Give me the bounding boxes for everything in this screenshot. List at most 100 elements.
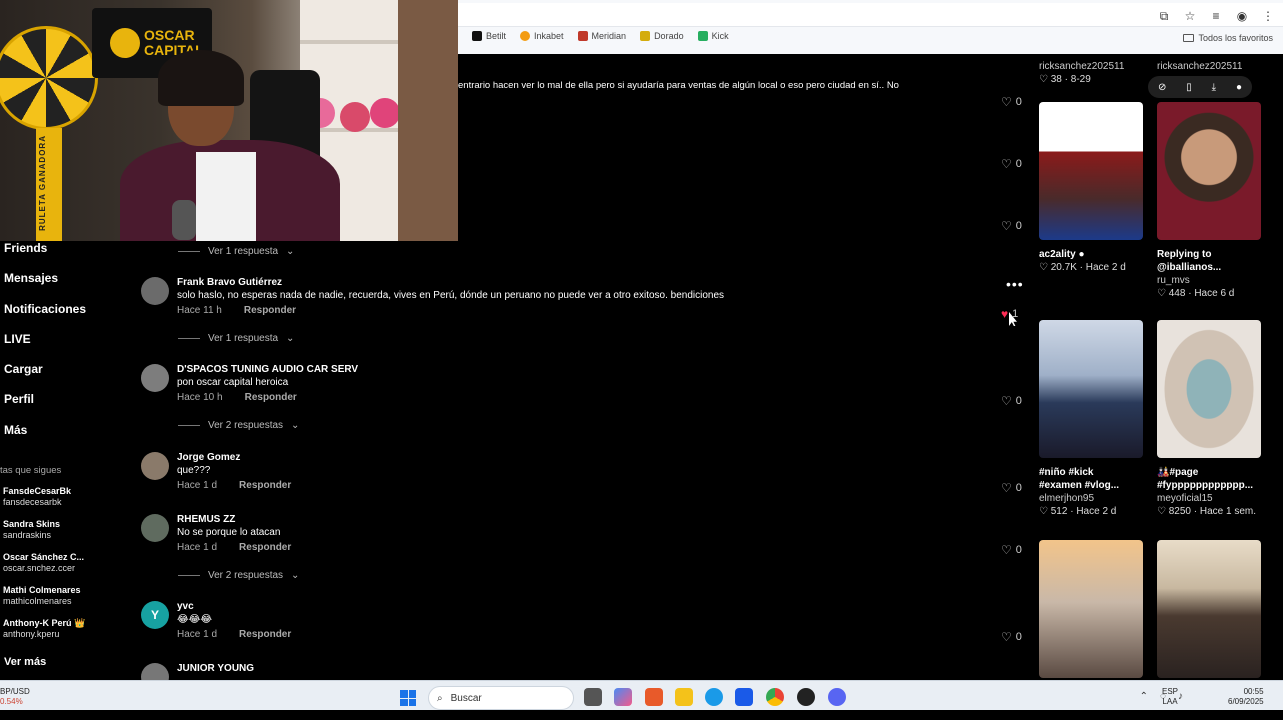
nav-friends[interactable]: Friends — [4, 241, 47, 255]
comment-text: que??? — [177, 465, 211, 476]
heart-icon: ♡ — [1039, 74, 1051, 85]
all-favorites-button[interactable]: Todos los favoritos — [1183, 33, 1273, 43]
nav-more[interactable]: Más — [4, 423, 27, 437]
like-button[interactable]: ♡ 0 — [1001, 481, 1022, 495]
avatar[interactable]: Y — [141, 601, 169, 629]
phone-icon[interactable]: ▯ — [1186, 82, 1192, 93]
bookmark-meridian[interactable]: Meridian — [577, 31, 626, 41]
task-view-icon[interactable] — [584, 688, 602, 706]
download-icon[interactable]: ⤓ — [1212, 82, 1216, 93]
video-meta[interactable]: ricksanchez202511 ♡ 38 · 8-29 — [1039, 60, 1124, 86]
heart-icon: ♡ — [1001, 219, 1012, 233]
video-thumbnail[interactable] — [1039, 102, 1143, 240]
following-accounts-title: tas que sigues — [0, 465, 62, 476]
comment-text: 😂😂😂 — [177, 614, 213, 625]
comment-author[interactable]: RHEMUS ZZ — [177, 514, 235, 525]
bookmark-betilt[interactable]: Betilt — [472, 31, 506, 41]
menu-icon[interactable]: ⋮ — [1261, 9, 1275, 23]
view-replies-button[interactable]: Ver 1 respuesta ⌄ — [178, 246, 294, 257]
video-meta[interactable]: Replying to @iballianos... ru_mvs ♡ 448 … — [1157, 248, 1234, 300]
comment-author[interactable]: Jorge Gomez — [177, 452, 240, 463]
reply-button[interactable]: Responder — [245, 392, 297, 403]
following-account[interactable]: Mathi Colmenares mathicolmenares — [3, 585, 81, 607]
avatar[interactable] — [141, 277, 169, 305]
view-replies-button[interactable]: Ver 2 respuestas ⌄ — [178, 420, 299, 431]
video-thumbnail[interactable] — [1157, 102, 1261, 240]
like-button[interactable]: ♡ 0 — [1001, 157, 1022, 171]
discord-icon[interactable] — [828, 688, 846, 706]
video-meta[interactable]: ricksanchez202511 — [1157, 60, 1242, 73]
video-hover-toolbar: ⊘ ▯ ⤓ ● — [1148, 76, 1252, 98]
screen-bottom-edge — [0, 710, 1283, 720]
clock[interactable]: 00:55 6/09/2025 — [1228, 687, 1264, 707]
avatar[interactable] — [141, 514, 169, 542]
video-thumbnail[interactable] — [1157, 540, 1261, 678]
video-thumbnail[interactable] — [1039, 320, 1143, 458]
copilot-icon[interactable] — [614, 688, 632, 706]
store-icon[interactable] — [735, 688, 753, 706]
avatar[interactable] — [141, 364, 169, 392]
reply-button[interactable]: Responder — [239, 542, 291, 553]
video-meta[interactable]: ac2ality ● ♡ 20.7K · Hace 2 d — [1039, 248, 1126, 274]
file-explorer-icon[interactable] — [675, 688, 693, 706]
following-account[interactable]: FansdeCesarBk fansdecesarbk — [3, 486, 71, 508]
chevron-up-icon[interactable]: ⌃ — [1140, 691, 1148, 702]
reading-list-icon[interactable]: ≡ — [1209, 9, 1223, 23]
following-account[interactable]: Anthony-K Perú 👑 anthony.kperu — [3, 618, 85, 640]
microphone-icon[interactable]: ♪ — [1178, 691, 1183, 702]
more-options-icon[interactable]: ••• — [1006, 276, 1024, 292]
nav-upload[interactable]: Cargar — [4, 362, 43, 376]
edge-icon[interactable] — [705, 688, 723, 706]
like-button[interactable]: ♡ 0 — [1001, 219, 1022, 233]
bookmark-inkabet[interactable]: Inkabet — [520, 31, 564, 41]
reply-button[interactable]: Responder — [244, 305, 296, 316]
microphone — [172, 200, 196, 240]
taskbar-search[interactable]: ⌕ Buscar — [428, 686, 574, 710]
nav-notifications[interactable]: Notificaciones — [4, 302, 86, 316]
reply-button[interactable]: Responder — [239, 629, 291, 640]
comment-author[interactable]: yvc — [177, 601, 194, 612]
following-account[interactable]: Oscar Sánchez C... oscar.snchez.ccer — [3, 552, 84, 574]
profile-icon[interactable]: ◉ — [1235, 9, 1249, 23]
address-bar[interactable]: ⧉ ☆ ≡ ◉ ⋮ — [458, 3, 1283, 27]
no-image-icon[interactable]: ⊘ — [1158, 82, 1166, 93]
view-replies-button[interactable]: Ver 2 respuestas ⌄ — [178, 570, 299, 581]
comment-text: solo haslo, no esperas nada de nadie, re… — [177, 290, 725, 301]
like-button[interactable]: ♡ 0 — [1001, 630, 1022, 644]
office-icon[interactable] — [645, 688, 663, 706]
install-app-icon[interactable]: ⧉ — [1157, 9, 1171, 23]
inkabet-icon — [520, 31, 531, 41]
like-button[interactable]: ♡ 0 — [1001, 95, 1022, 109]
like-button[interactable]: ♡ 0 — [1001, 543, 1022, 557]
comment-author[interactable]: D'SPACOS TUNING AUDIO CAR SERV — [177, 364, 358, 375]
video-meta[interactable]: 🎎#page #fypppppppppppp... meyoficial15 ♡… — [1157, 466, 1256, 518]
comment-meta: Hace 1 d Responder — [177, 542, 292, 553]
bookmark-kick[interactable]: Kick — [697, 31, 729, 41]
like-button[interactable]: ♡ 0 — [1001, 394, 1022, 408]
see-more-button[interactable]: Ver más — [4, 656, 46, 668]
comment-author[interactable]: JUNIOR YOUNG — [177, 663, 254, 674]
video-meta[interactable]: #niño #kick #examen #vlog... elmerjhon95… — [1039, 466, 1119, 518]
view-replies-button[interactable]: Ver 1 respuesta ⌄ — [178, 333, 294, 344]
comment-author[interactable]: Frank Bravo Gutiérrez — [177, 277, 282, 288]
avatar[interactable]: ● — [1236, 82, 1242, 93]
chevron-down-icon: ⌄ — [286, 333, 295, 344]
windows-start-icon[interactable] — [400, 690, 416, 706]
following-account[interactable]: Sandra Skins sandraskins — [3, 519, 60, 541]
comment-text: entrario hacen ver lo mal de ella pero s… — [458, 80, 899, 91]
nav-profile[interactable]: Perfil — [4, 392, 34, 406]
heart-icon: ♡ — [1157, 288, 1169, 299]
video-thumbnail[interactable] — [1039, 540, 1143, 678]
reply-button[interactable]: Responder — [239, 480, 291, 491]
avatar[interactable] — [141, 452, 169, 480]
app-icon[interactable] — [797, 688, 815, 706]
chrome-icon[interactable] — [766, 688, 784, 706]
language-indicator[interactable]: ESP LAA — [1162, 687, 1178, 707]
bookmark-dorado[interactable]: Dorado — [640, 31, 684, 41]
video-thumbnail[interactable] — [1157, 320, 1261, 458]
market-widget[interactable]: BP/USD 0.54% — [0, 687, 30, 707]
nav-messages[interactable]: Mensajes — [4, 271, 58, 285]
nav-live[interactable]: LIVE — [4, 332, 31, 346]
betilt-icon — [472, 31, 482, 41]
bookmark-star-icon[interactable]: ☆ — [1183, 9, 1197, 23]
